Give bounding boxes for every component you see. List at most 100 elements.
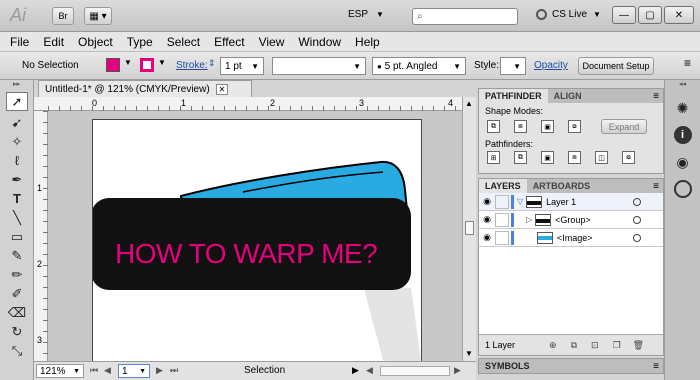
opacity-link[interactable]: Opacity [534,60,568,71]
crop-icon[interactable]: ⧈ [568,151,581,164]
style-select[interactable]: ▼ [500,57,526,75]
chevron-down-icon[interactable]: ▽ [517,197,523,206]
stroke-swatch[interactable] [140,58,154,72]
artwork-text[interactable]: HOW TO WARP ME? [115,238,378,270]
new-sublayer-icon[interactable]: ⊡ [591,340,599,351]
minimize-button[interactable]: — [612,6,636,24]
line-tool-icon[interactable]: ╲ [6,208,28,227]
pencil-tool-icon[interactable]: ✏ [6,265,28,284]
chevron-down-icon[interactable]: ▼ [124,58,132,67]
chevron-down-icon[interactable]: ▼ [158,58,166,67]
stepper-icon[interactable]: ⇕ [208,58,216,69]
panel-menu-icon[interactable]: ≡ [653,181,659,192]
tab-align[interactable]: ALIGN [547,89,588,103]
scroll-left-icon[interactable]: ◀ [366,365,373,376]
eye-icon[interactable]: ◉ [479,214,495,225]
tab-layers[interactable]: LAYERS [479,179,527,193]
panel-menu-icon[interactable]: ≡ [684,56,691,70]
page-select[interactable]: 1 ▼ [118,364,150,378]
eye-icon[interactable]: ◉ [479,232,495,243]
appearance-icon[interactable] [673,180,692,198]
minus-back-icon[interactable]: ⧇ [622,151,635,164]
scale-tool-icon[interactable]: ⤡ [6,341,28,360]
blob-brush-tool-icon[interactable]: ✐ [6,284,28,303]
lock-toggle[interactable] [495,230,509,245]
symbols-sprayer-icon[interactable]: ✺ [671,96,695,120]
menu-object[interactable]: Object [71,32,120,52]
tab-symbols[interactable]: SYMBOLS [479,359,536,373]
menu-type[interactable]: Type [120,32,160,52]
horizontal-scrollbar[interactable] [380,366,450,376]
first-page-icon[interactable]: ⏮ [90,365,98,376]
maximize-button[interactable]: ▢ [638,6,662,24]
status-menu-arrow-icon[interactable]: ▶ [352,365,359,376]
info-icon[interactable]: i [673,126,692,144]
last-page-icon[interactable]: ⏭ [170,365,178,376]
layer-name[interactable]: <Group> [555,215,591,225]
target-icon[interactable] [633,215,641,224]
lasso-tool-icon[interactable]: ℓ [6,151,28,170]
menu-help[interactable]: Help [348,32,387,52]
rotate-tool-icon[interactable]: ↻ [6,322,28,341]
pen-tool-icon[interactable]: ✒ [6,170,28,189]
panel-menu-icon[interactable]: ≡ [653,361,659,372]
stroke-weight-select[interactable]: 1 pt ▼ [220,57,264,75]
clipping-mask-icon[interactable]: ⧉ [571,340,577,351]
previous-page-icon[interactable]: ◀ [104,365,111,376]
close-tab-icon[interactable]: ✕ [215,83,229,95]
help-search-input[interactable]: ⌕ [412,8,518,25]
arrange-documents-button[interactable]: ▦ ▾ [84,7,112,25]
lock-toggle[interactable] [495,194,509,209]
rectangle-tool-icon[interactable]: ▭ [6,227,28,246]
expand-button[interactable]: Expand [601,119,647,134]
vertical-scrollbar[interactable]: ▲ ▼ [462,97,476,361]
collapse-icon[interactable]: ▸▸ [0,80,33,90]
document-setup-button[interactable]: Document Setup [578,57,654,75]
direct-selection-tool-icon[interactable]: ➹ [6,113,28,132]
menu-window[interactable]: Window [291,32,348,52]
expand-panels-icon[interactable]: ◂◂ [665,80,700,90]
menu-edit[interactable]: Edit [36,32,71,52]
scroll-down-icon[interactable]: ▼ [465,349,473,358]
scroll-up-icon[interactable]: ▲ [465,99,473,108]
new-layer-icon[interactable]: ❐ [613,340,621,351]
exclude-icon[interactable]: ⧇ [568,120,581,133]
target-icon[interactable] [633,197,641,206]
unite-icon[interactable]: ⧉ [487,120,500,133]
tab-pathfinder[interactable]: PATHFINDER [479,89,548,103]
layer-row[interactable]: ◉ ▽ Layer 1 [479,193,663,211]
zoom-select[interactable]: 121% ▼ [36,364,84,378]
eraser-tool-icon[interactable]: ⌫ [6,303,28,322]
locate-object-icon[interactable]: ⊕ [549,340,557,351]
scroll-right-icon[interactable]: ▶ [454,365,461,376]
scroll-thumb[interactable] [465,221,474,235]
canvas-area[interactable]: HOW TO WARP ME? [48,111,462,361]
panel-menu-icon[interactable]: ≡ [653,91,659,102]
stroke-link[interactable]: Stroke: [176,60,208,71]
trim-icon[interactable]: ⧉ [514,151,527,164]
divide-icon[interactable]: ⊞ [487,151,500,164]
bridge-button[interactable]: Br [52,7,74,25]
menu-select[interactable]: Select [160,32,207,52]
cs-live-menu[interactable]: CS Live ▼ [536,9,601,20]
intersect-icon[interactable]: ▣ [541,120,554,133]
minus-front-icon[interactable]: ⧈ [514,120,527,133]
target-icon[interactable] [633,233,641,242]
type-tool-icon[interactable]: T [6,189,28,208]
tab-artboards[interactable]: ARTBOARDS [526,179,597,193]
lock-toggle[interactable] [495,212,509,227]
paintbrush-tool-icon[interactable]: ✎ [6,246,28,265]
brush-select[interactable]: ● 5 pt. Angled ▼ [372,57,466,75]
variable-width-select[interactable]: ▼ [272,57,366,75]
magic-wand-tool-icon[interactable]: ✧ [6,132,28,151]
menu-view[interactable]: View [252,32,292,52]
symbols-panel[interactable]: SYMBOLS ≡ [478,358,664,374]
layer-name[interactable]: <Image> [557,233,593,243]
delete-layer-icon[interactable]: 🗑 [633,340,644,351]
selection-tool-icon[interactable]: ➚ [6,92,28,111]
outline-icon[interactable]: ◫ [595,151,608,164]
menu-file[interactable]: File [3,32,36,52]
layer-row[interactable]: ◉ ▷ <Group> [479,211,663,229]
fill-swatch[interactable] [106,58,120,72]
layer-row[interactable]: ◉ <Image> [479,229,663,247]
